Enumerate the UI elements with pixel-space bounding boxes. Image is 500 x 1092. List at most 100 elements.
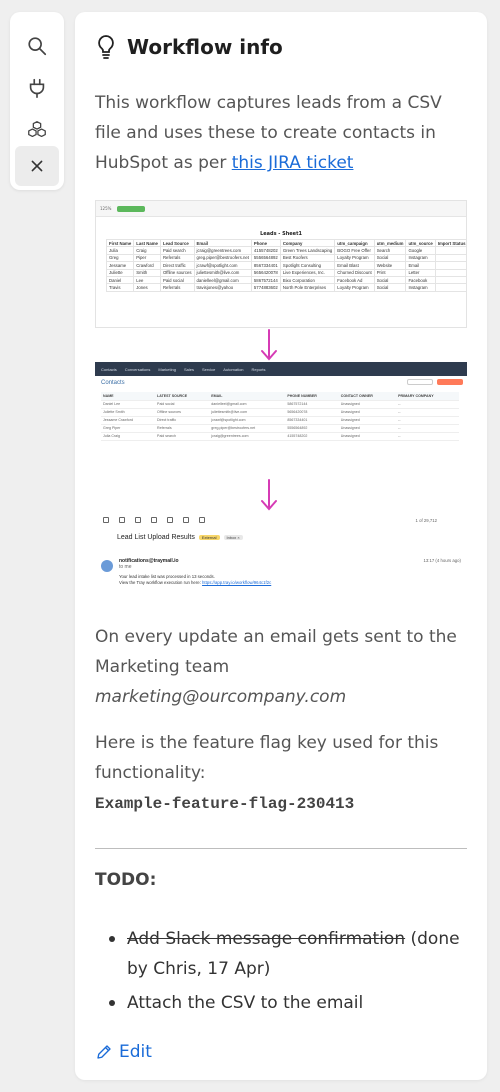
- column-header: Company: [279, 238, 336, 248]
- email-screenshot: 1 of 29,712 Lead List Upload Results Ext…: [95, 512, 467, 604]
- arrow-down-icon: [261, 479, 277, 511]
- table-cell: Daniel: [105, 275, 135, 285]
- table-cell: Piper: [133, 253, 161, 263]
- table-cell: jcraig@greentrees.com: [209, 432, 286, 441]
- table-cell: Facebook: [405, 275, 436, 285]
- inbox-badge: Inbox ×: [223, 535, 243, 540]
- table-cell: 8567334401: [250, 261, 281, 270]
- email-toolbar: 1 of 29,712: [95, 512, 467, 528]
- table-row: Jessame Crawford Direct traffic jcrawf@spo…: [101, 416, 459, 425]
- table-cell: Referrals: [159, 253, 195, 263]
- table-cell: [434, 261, 466, 270]
- table-cell: --: [396, 408, 459, 417]
- table-cell: Search: [373, 246, 407, 255]
- table-cell: Green Trees Landscaping: [279, 246, 336, 255]
- table-row: Julia Craig Paid search jcraig@greentrees.…: [101, 432, 459, 441]
- email-subject-row: Lead List Upload Results External Inbox …: [117, 534, 467, 541]
- table-cell: Facebook Ad: [334, 275, 375, 285]
- table-cell: juliettesmith@live.com: [209, 408, 286, 417]
- table-cell: Social: [373, 275, 407, 285]
- table-row: Julia Craig Paid search jcraig@greentrees.c…: [105, 246, 466, 255]
- column-header: Phone: [250, 238, 281, 248]
- down-arrow: [259, 328, 279, 362]
- list-item: Add Slack message confirmation (done by …: [105, 924, 467, 984]
- table-cell: Unassigned: [338, 424, 397, 433]
- arrow-down-icon: [261, 329, 277, 361]
- email-subject: Lead List Upload Results: [117, 534, 195, 541]
- table-row: Greg Piper Referrals greg.piper@bestroofer…: [101, 424, 459, 433]
- panel-header: Workflow info: [95, 34, 283, 60]
- email-sender: notifications@traymail.io to me: [119, 558, 179, 570]
- table-cell: Jones: [133, 283, 161, 292]
- sheet-zoom: 125%: [100, 206, 112, 211]
- table-cell: Julia: [105, 246, 135, 255]
- table-cell: BOGO Free Offer: [334, 246, 375, 255]
- table-cell: 5774883602: [250, 283, 281, 292]
- table-cell: Print: [373, 268, 407, 277]
- column-header: EMAIL: [209, 392, 286, 401]
- table-cell: 5656420078: [250, 268, 281, 277]
- table-cell: --: [396, 400, 459, 409]
- table-cell: [434, 275, 466, 285]
- table-cell: Jessame Crawford: [101, 416, 156, 425]
- table-cell: Offline sources: [155, 408, 210, 417]
- sheet-title: Leads - Sheet1: [260, 231, 302, 237]
- table-cell: 5867572144: [285, 400, 339, 409]
- table-cell: [434, 268, 466, 277]
- table-cell: Website: [373, 261, 407, 270]
- table-cell: Loyalty Program: [334, 253, 375, 263]
- intro-text: This workflow captures leads from a CSV …: [95, 88, 467, 178]
- lightbulb-icon: [98, 35, 114, 59]
- email-line-1: Your lead intake list was processed in 1…: [119, 574, 215, 579]
- table-cell: Unassigned: [338, 408, 397, 417]
- table-cell: Live Experiences, Inc.: [279, 268, 336, 277]
- table-cell: Crawford: [133, 261, 161, 270]
- edit-label: Edit: [119, 1042, 152, 1062]
- connectors-button[interactable]: [15, 68, 59, 108]
- table-cell: greg.piper@bestroofers.net: [193, 253, 252, 263]
- column-header: Import Status: [434, 238, 466, 248]
- table-cell: North Pole Enterprises: [279, 283, 336, 292]
- email-time: 13:17 (4 hours ago): [423, 558, 461, 563]
- sheet-toolbar: 125%: [96, 201, 466, 217]
- table-cell: danielleel@gmail.com: [193, 275, 252, 285]
- plug-icon: [29, 78, 45, 98]
- table-cell: 8567334401: [285, 416, 339, 425]
- table-cell: Jessame: [105, 261, 135, 270]
- column-header: PRIMARY COMPANY: [396, 392, 459, 401]
- table-cell: 4155748202: [285, 432, 339, 441]
- table-cell: Juliette Smith: [101, 408, 156, 417]
- panel-title: Workflow info: [127, 35, 283, 59]
- edit-button[interactable]: Edit: [95, 1042, 152, 1062]
- update-text: On every update an email gets sent to th…: [95, 627, 457, 677]
- close-button[interactable]: [15, 146, 59, 186]
- external-badge: External: [198, 535, 220, 540]
- table-cell: Lee: [133, 275, 161, 285]
- table-cell: Unassigned: [338, 416, 397, 425]
- table-cell: jcrawf@spotlight.com: [209, 416, 286, 425]
- marketing-email: marketing@ourcompany.com: [95, 687, 347, 707]
- table-cell: Paid social: [155, 400, 210, 409]
- table-cell: Loyalty Program: [334, 283, 375, 292]
- sheet-tab: [117, 205, 146, 212]
- column-header: First Name: [105, 238, 135, 248]
- table-cell: Email Blast: [334, 261, 375, 270]
- search-button[interactable]: [15, 26, 59, 66]
- table-cell: Google: [405, 246, 436, 255]
- table-cell: Social: [373, 253, 407, 263]
- table-cell: Julia Craig: [101, 432, 156, 441]
- flag-paragraph: Here is the feature flag key used for th…: [95, 728, 467, 819]
- table-row: Greg Piper Referrals greg.piper@bestroofers…: [105, 253, 466, 263]
- table-cell: Spotlight Consulting: [279, 261, 336, 270]
- table-row: Juliette Smith Offline sources juliettesmit…: [105, 268, 466, 277]
- table-cell: danielleel@gmail.com: [209, 400, 286, 409]
- modules-button[interactable]: [15, 110, 59, 150]
- pencil-icon: [97, 1045, 111, 1059]
- divider: [95, 848, 467, 849]
- table-cell: greg.piper@bestroofers.net: [209, 424, 286, 433]
- column-header: utm_source: [405, 238, 436, 248]
- table-cell: travisjones@yahoo: [193, 283, 252, 292]
- jira-ticket-link[interactable]: this JIRA ticket: [232, 153, 354, 173]
- todo-item-text: Attach the CSV to the email: [127, 993, 364, 1013]
- table-cell: Email: [405, 261, 436, 270]
